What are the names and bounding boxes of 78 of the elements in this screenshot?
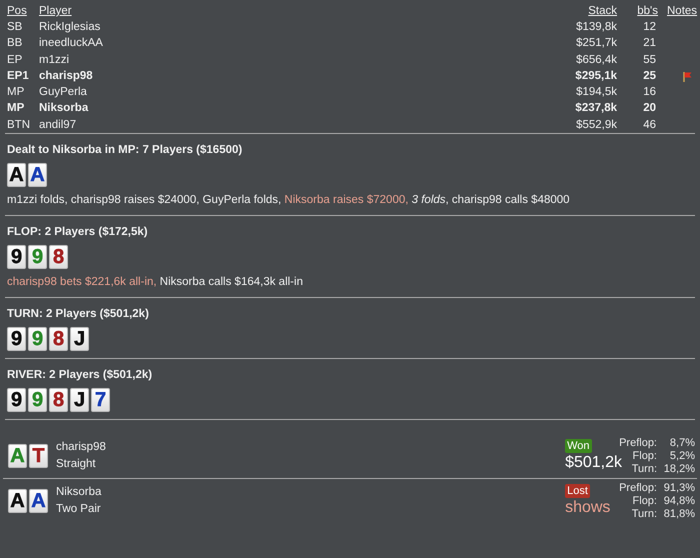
player-name: andil97 <box>39 118 76 131</box>
equity-label: Turn: <box>632 508 657 520</box>
equity-label: Turn: <box>632 462 657 475</box>
equity-value: 94,8% <box>664 494 695 507</box>
position-text: EP1 <box>7 70 29 82</box>
player-name: m1zzi <box>39 54 70 66</box>
big-blinds: 20 <box>643 102 656 114</box>
playing-card: 8 <box>49 388 68 412</box>
action-line: m1zzi folds, charisp98 raises $24000, GuyPerla folds, Niksorba raises $72000, 3 folds, charisp98 calls $48000 <box>7 193 571 208</box>
player-name: ineedluckAA <box>39 37 103 50</box>
big-blinds: 55 <box>643 54 656 66</box>
playing-card: 9 <box>7 388 26 412</box>
playing-card: A <box>8 489 27 514</box>
column-header: Stack <box>588 5 617 17</box>
player-name: RickIglesias <box>39 21 100 33</box>
position-text: SB <box>7 21 22 33</box>
equity-value: 8,7% <box>670 436 695 449</box>
playing-card: A <box>28 163 47 188</box>
stack-amount: $237,8k <box>575 102 617 114</box>
player-name: Niksorba <box>39 102 88 114</box>
result-badge: Won <box>565 439 592 454</box>
playing-card: 9 <box>7 245 26 270</box>
playing-card: 8 <box>49 327 68 352</box>
position-text: MP <box>7 102 24 114</box>
player-name: charisp98 <box>56 440 106 456</box>
equity-value: 5,2% <box>670 450 695 462</box>
position-text: BTN <box>7 118 30 131</box>
playing-card: A <box>7 163 26 188</box>
big-blinds: 46 <box>643 118 656 131</box>
playing-card: A <box>29 489 48 514</box>
playing-card: J <box>70 327 89 352</box>
equity-label: Flop: <box>632 450 657 462</box>
playing-card: J <box>70 388 89 412</box>
player-name: Niksorba <box>56 485 102 500</box>
equity-value: 91,3% <box>664 482 695 494</box>
stack-amount: $656,4k <box>576 54 617 66</box>
column-header: bb's <box>637 5 658 17</box>
action-line: charisp98 bets $221,6k all-in, Niksorba calls $164,3k all-in <box>7 275 304 290</box>
hand-rank: Straight <box>56 457 97 472</box>
equity-value: 18,2% <box>664 462 695 475</box>
stack-amount: $139,8k <box>576 21 617 33</box>
position-text: BB <box>7 37 22 50</box>
playing-card: 9 <box>28 327 47 352</box>
position-text: MP <box>7 86 24 98</box>
playing-card: T <box>29 444 48 468</box>
player-name: GuyPerla <box>39 86 87 98</box>
street-heading: FLOP: 2 Players ($172,5k) <box>7 225 149 240</box>
stack-amount: $295,1k <box>575 70 617 82</box>
equity-label: Flop: <box>632 494 657 507</box>
equity-label: Preflop: <box>619 436 657 449</box>
playing-card: 7 <box>91 388 110 412</box>
stack-amount: $251,7k <box>576 37 617 50</box>
equity-label: Preflop: <box>619 482 657 494</box>
big-blinds: 12 <box>643 21 656 33</box>
playing-card: 9 <box>28 388 47 412</box>
big-blinds: 16 <box>643 86 656 98</box>
playing-card: A <box>8 444 27 468</box>
stack-amount: $194,5k <box>576 86 617 98</box>
big-blinds: 25 <box>643 70 656 82</box>
equity-value: 81,8% <box>664 508 695 520</box>
street-heading: Dealt to Niksorba in MP: 7 Players ($16500) <box>7 143 244 158</box>
playing-card: 9 <box>28 245 47 270</box>
pot-amount: $501,2k <box>565 453 622 474</box>
street-heading: RIVER: 2 Players ($501,2k) <box>7 368 154 384</box>
hand-rank: Two Pair <box>56 502 102 518</box>
playing-card: 8 <box>49 245 68 270</box>
result-badge: Lost <box>565 484 590 498</box>
column-header: Pos <box>7 5 27 17</box>
position-text: EP <box>7 54 22 66</box>
big-blinds: 21 <box>643 37 656 50</box>
flag-icon[interactable] <box>682 70 693 82</box>
playing-card: 9 <box>7 327 26 352</box>
result-text: shows <box>565 498 610 518</box>
column-header: Player <box>39 5 72 17</box>
stack-amount: $552,9k <box>576 118 617 131</box>
street-heading: TURN: 2 Players ($501,2k) <box>7 307 150 322</box>
player-name: charisp98 <box>39 70 93 82</box>
column-header: Notes <box>667 5 698 17</box>
